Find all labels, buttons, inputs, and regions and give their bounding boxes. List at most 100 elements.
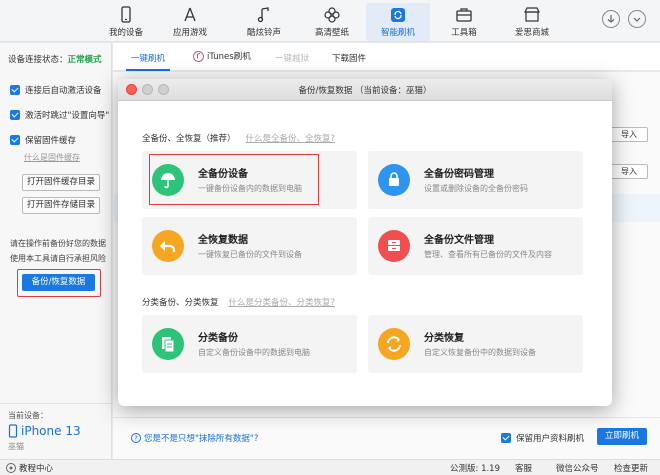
card-subtitle: 自定义恢复备份中的数据到设备 [424, 348, 536, 357]
checkbox-checked[interactable] [10, 110, 20, 120]
tab-download-firmware[interactable]: 下载固件 [332, 52, 366, 64]
import-button[interactable]: 导入 [610, 164, 648, 179]
nav-smart-flash[interactable]: 智能刷机 [366, 3, 430, 41]
flower-icon [300, 5, 364, 25]
refresh-icon [366, 5, 430, 25]
lock-icon [378, 164, 410, 196]
card-subtitle: 管理、查看所有已备份的文件及内容 [424, 250, 552, 259]
full-backup-highlight [149, 154, 319, 205]
top-nav-bar: 我的设备 应用游戏 酷炫铃声 高清壁纸 智能刷机 工具箱 爱思商城 [0, 0, 660, 42]
option-label: 保留用户资料刷机 [516, 434, 585, 444]
current-device-label: 当前设备： [8, 411, 48, 420]
option-label: 激活时跳过"设置向导" [25, 111, 110, 121]
service-link[interactable]: 客服 [515, 462, 532, 474]
tab-jailbreak[interactable]: 一键越狱 [275, 52, 309, 64]
what-is-cache-link[interactable]: 什么是固件缓存 [24, 152, 80, 163]
phone-icon [8, 424, 18, 438]
music-note-icon [232, 5, 296, 25]
connection-status: 设备连接状态：正常模式 [8, 53, 102, 65]
version-label: 公测版: 1.19 [450, 464, 500, 474]
tab-label: iTunes刷机 [207, 52, 251, 62]
category-restore-card[interactable]: 分类恢复 自定义恢复备份中的数据到设备 [368, 315, 583, 373]
download-button[interactable] [602, 10, 620, 28]
full-restore-card[interactable]: 全恢复数据 一键恢复已备份的文件到设备 [142, 217, 357, 275]
tutorial-label: 教程中心 [19, 464, 54, 474]
nav-label: 酷炫铃声 [246, 28, 281, 38]
nav-label: 我的设备 [108, 28, 143, 38]
import-button[interactable]: 导入 [610, 127, 648, 142]
nav-store[interactable]: 爱思商城 [500, 3, 564, 41]
tab-itunes-flash[interactable]: iTunes刷机 [193, 50, 251, 62]
current-device-section: 当前设备： iPhone 13 巫猫 [0, 403, 111, 459]
card-title: 全备份文件管理 [424, 235, 494, 246]
restore-cycle-icon [378, 328, 410, 360]
tab-one-click-flash[interactable]: 一键刷机 [125, 52, 171, 71]
menu-button[interactable] [628, 10, 646, 28]
nav-toolbox[interactable]: 工具箱 [432, 3, 496, 41]
checkbox-checked[interactable] [10, 135, 20, 145]
backup-restore-button[interactable]: 备份/恢复数据 [22, 274, 95, 291]
keep-cache-option[interactable]: 保留固件缓存 [10, 134, 76, 146]
wechat-link[interactable]: 微信公众号 [556, 462, 599, 474]
option-label: 保留固件缓存 [25, 136, 77, 146]
card-title: 全恢复数据 [198, 235, 248, 246]
tutorial-center[interactable]: 教程中心 [6, 462, 53, 474]
nav-label: 工具箱 [451, 28, 477, 38]
nav-my-device[interactable]: 我的设备 [94, 3, 158, 41]
app-store-icon [158, 5, 222, 25]
open-cache-dir-button[interactable]: 打开固件缓存目录 [22, 174, 100, 191]
backup-restore-dialog: 备份/恢复数据 （当前设备：巫猫） 全备份、全恢复（推荐） 什么是全备份、全恢复?… [118, 79, 612, 406]
flash-now-button[interactable]: 立即刷机 [597, 428, 647, 445]
nav-label: 智能刷机 [380, 28, 415, 38]
category-backup-card[interactable]: 分类备份 自定义备份设备中的数据到电脑 [142, 315, 357, 373]
backup-button-highlight: 备份/恢复数据 [17, 269, 101, 297]
auto-activate-option[interactable]: 连接后自动激活设备 [10, 84, 102, 96]
check-update-link[interactable]: 检查更新 [614, 462, 648, 474]
open-storage-dir-button[interactable]: 打开固件存储目录 [22, 197, 100, 214]
card-title: 分类恢复 [424, 333, 464, 344]
warning-note-2: 使用本工具请自行承担风险 [10, 254, 106, 263]
section-title: 全备份、全恢复（推荐） [142, 134, 236, 144]
card-title: 全备份密码管理 [424, 169, 494, 180]
backup-password-card[interactable]: 全备份密码管理 设置或删除设备的全备份密码 [368, 151, 583, 209]
device-name-row[interactable]: iPhone 13 [8, 424, 81, 438]
erase-all-link[interactable]: ? 您是不是只想"抹除所有数据"? [131, 432, 258, 444]
erase-all-link-text: 您是不是只想"抹除所有数据"? [144, 434, 259, 444]
file-cabinet-icon [378, 230, 410, 262]
music-note-icon [193, 50, 204, 62]
flash-action-row: ? 您是不是只想"抹除所有数据"? 保留用户资料刷机 立即刷机 [113, 417, 660, 459]
card-title: 分类备份 [198, 333, 238, 344]
checkbox-checked[interactable] [10, 85, 20, 95]
skip-setup-option[interactable]: 激活时跳过"设置向导" [10, 109, 109, 121]
checkbox-checked[interactable] [501, 433, 511, 443]
status-bar: 教程中心 公测版: 1.19 客服 微信公众号 检查更新 [0, 459, 660, 475]
dialog-title: 备份/恢复数据 （当前设备：巫猫） [298, 86, 432, 96]
card-subtitle: 自定义备份设备中的数据到电脑 [198, 348, 310, 357]
undo-arrow-icon [152, 230, 184, 262]
phone-icon [94, 5, 158, 25]
device-owner: 巫猫 [8, 442, 24, 451]
backup-file-manager-card[interactable]: 全备份文件管理 管理、查看所有已备份的文件及内容 [368, 217, 583, 275]
dialog-titlebar: 备份/恢复数据 （当前设备：巫猫） [118, 79, 612, 101]
flash-tab-bar: 一键刷机 iTunes刷机 一键越狱 下载固件 [113, 43, 660, 71]
category-backup-section-header: 分类备份、分类恢复 什么是分类备份、分类恢复? [142, 296, 335, 308]
toolbox-icon [432, 5, 496, 25]
keep-user-data-option[interactable]: 保留用户资料刷机 [501, 432, 584, 444]
card-subtitle: 设置或删除设备的全备份密码 [424, 184, 528, 193]
nav-ringtones[interactable]: 酷炫铃声 [232, 3, 296, 41]
question-icon: ? [131, 433, 141, 443]
nav-wallpapers[interactable]: 高清壁纸 [300, 3, 364, 41]
section-title: 分类备份、分类恢复 [142, 298, 219, 308]
what-is-category-backup-link[interactable]: 什么是分类备份、分类恢复? [229, 298, 336, 308]
nav-label: 应用游戏 [172, 28, 207, 38]
store-icon [500, 5, 564, 25]
nav-label: 爱思商城 [514, 28, 549, 38]
connection-status-label: 设备连接状态： [8, 55, 68, 65]
warning-note-1: 请在操作前备份好您的数据 [10, 239, 106, 248]
download-icon [607, 15, 615, 23]
nav-label: 高清壁纸 [314, 28, 349, 38]
device-name: iPhone 13 [21, 424, 81, 438]
documents-icon [152, 328, 184, 360]
what-is-full-backup-link[interactable]: 什么是全备份、全恢复? [246, 134, 336, 144]
nav-apps-games[interactable]: 应用游戏 [158, 3, 222, 41]
